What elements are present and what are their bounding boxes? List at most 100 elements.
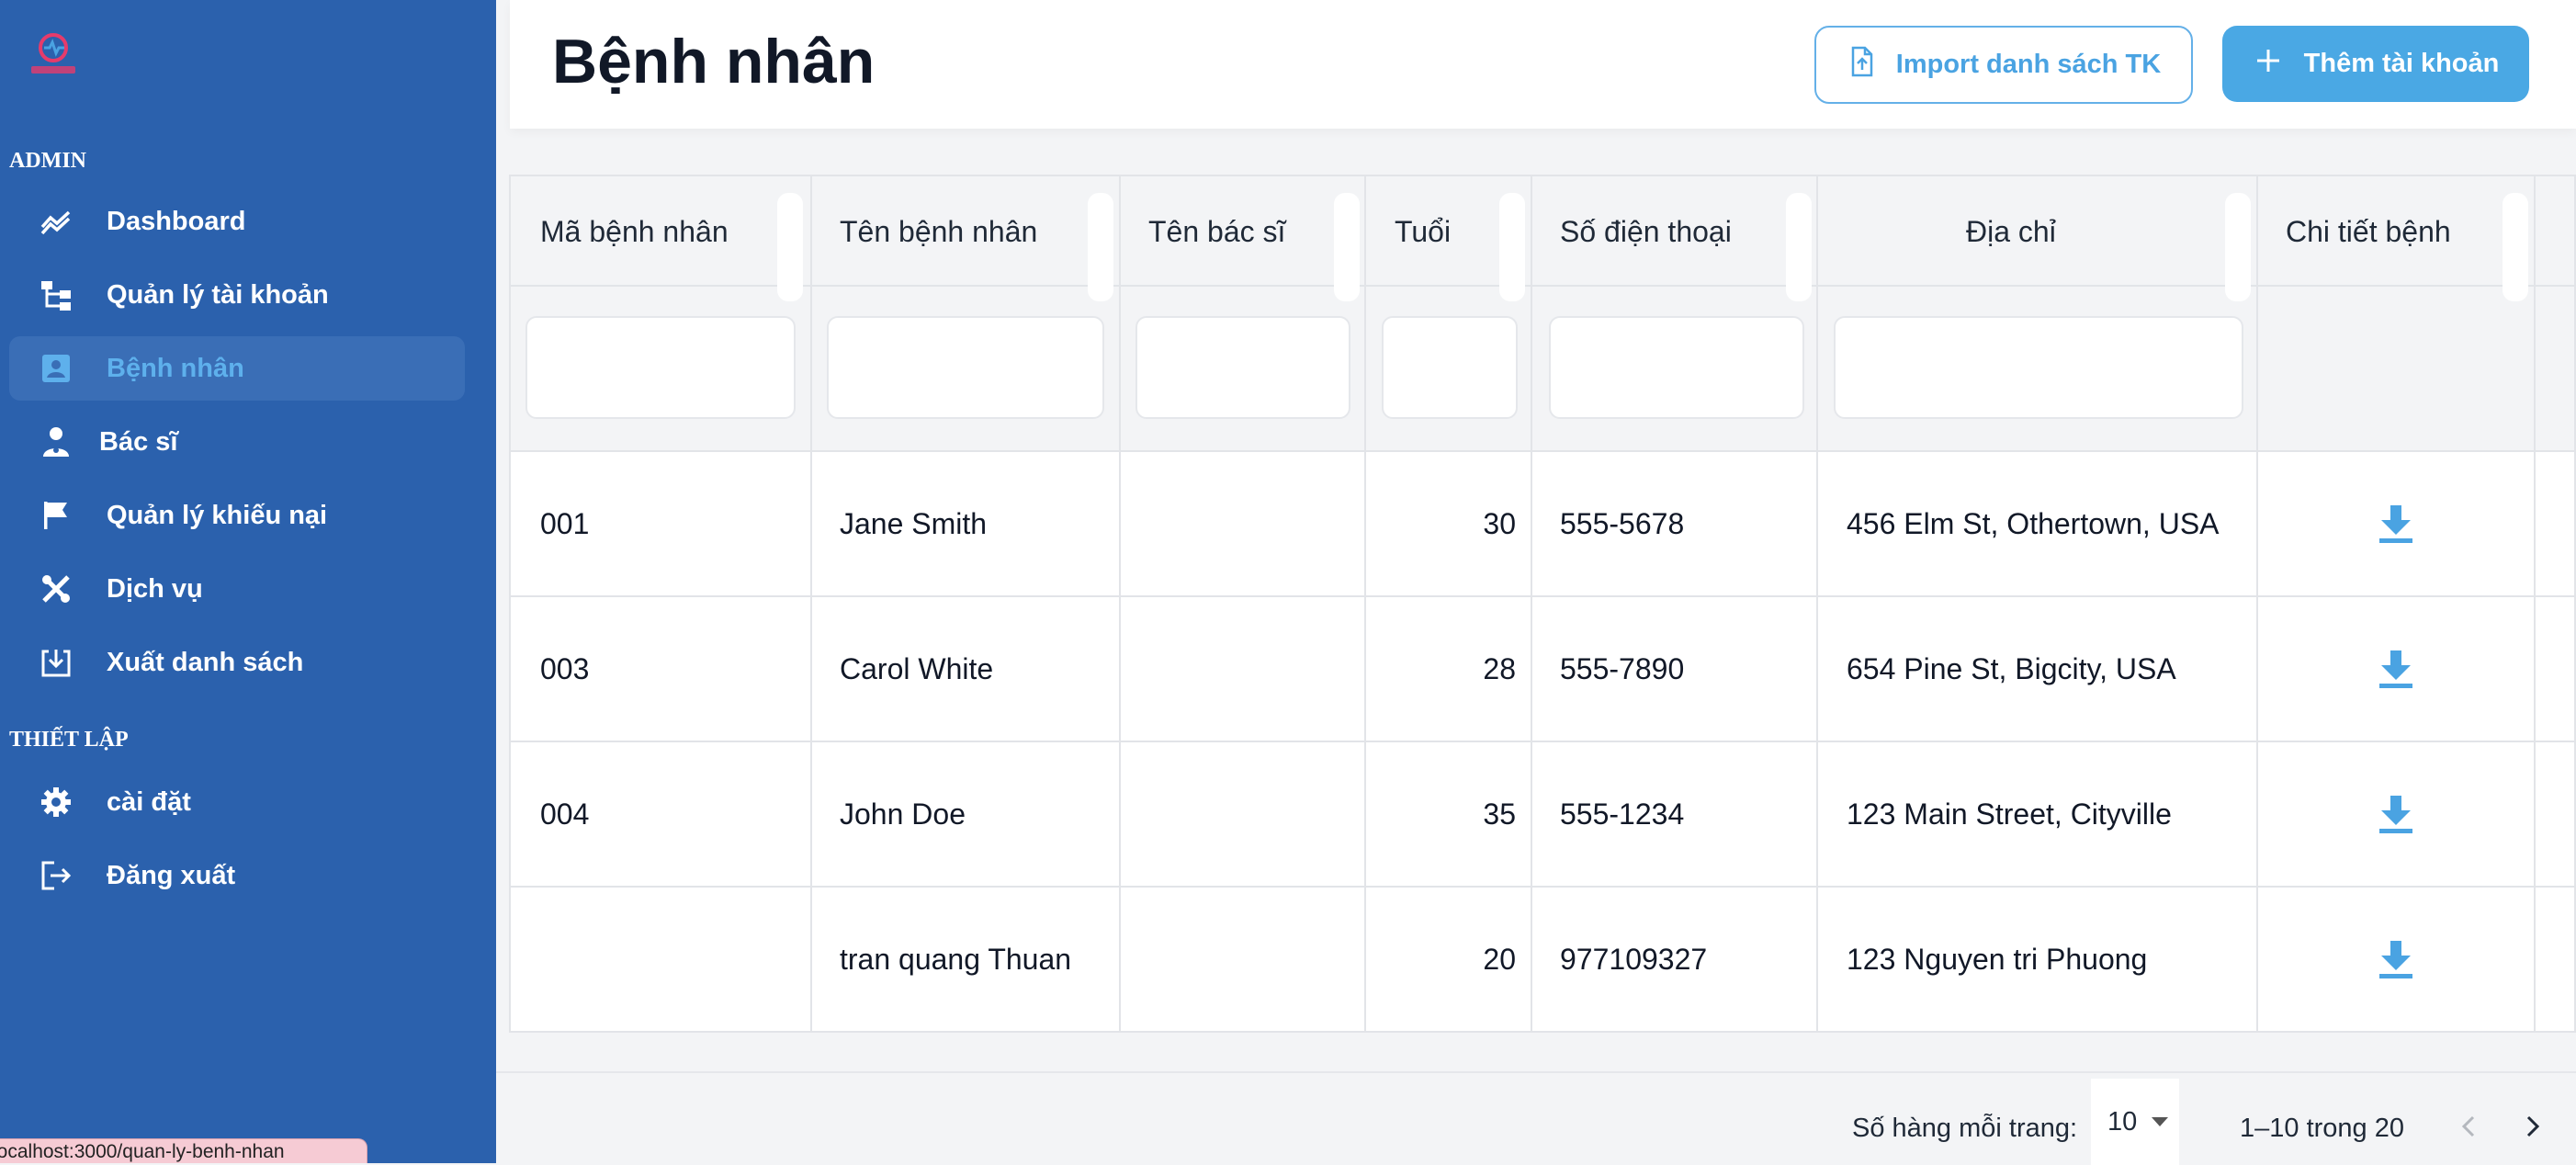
cell-address: 123 Main Street, Cityville (1847, 797, 2172, 831)
import-accounts-label: Import danh sách TK (1895, 50, 2162, 79)
sidebar-item-patients[interactable]: Bệnh nhân (9, 336, 465, 401)
sidebar-item-label: Quản lý tài khoản (107, 279, 329, 310)
sidebar-item-label: Dịch vụ (107, 573, 203, 604)
table-pagination: Số hàng mỗi trang: 10 1–10 trong 20 (496, 1071, 2576, 1165)
section-label-admin: ADMIN (9, 149, 86, 173)
flag-icon (37, 496, 75, 535)
column-header-patient-id[interactable]: Mã bệnh nhân (540, 176, 729, 287)
column-resize-handle[interactable] (777, 193, 803, 301)
hierarchy-icon (37, 276, 75, 314)
gear-icon (37, 783, 75, 821)
column-resize-handle[interactable] (1499, 193, 1525, 301)
cell-patient-id: 004 (540, 797, 590, 831)
pagination-range: 1–10 trong 20 (2240, 1114, 2404, 1143)
column-resize-handle[interactable] (1334, 193, 1360, 301)
filter-input-doctor-name[interactable] (1135, 316, 1350, 419)
cell-patient-name: John Doe (840, 797, 966, 831)
add-account-label: Thêm tài khoản (2303, 49, 2500, 78)
download-icon[interactable] (2258, 597, 2534, 741)
cell-age: 20 (1483, 942, 1516, 976)
sidebar-item-dashboard[interactable]: Dashboard (9, 189, 465, 254)
sidebar-item-account-management[interactable]: Quản lý tài khoản (9, 263, 465, 327)
patient-card-icon (37, 349, 75, 388)
sidebar-item-export-list[interactable]: Xuất danh sách (9, 630, 465, 695)
cell-address: 123 Nguyen tri Phuong (1847, 942, 2148, 976)
import-accounts-button[interactable]: Import danh sách TK (1814, 26, 2193, 104)
cell-address: 456 Elm St, Othertown, USA (1847, 506, 2220, 540)
column-header-doctor-name[interactable]: Tên bác sĩ (1148, 176, 1285, 287)
filter-input-age[interactable] (1382, 316, 1518, 419)
column-header-patient-name[interactable]: Tên bệnh nhân (840, 176, 1037, 287)
cell-phone: 555-5678 (1560, 506, 1685, 540)
sidebar-item-services[interactable]: Dịch vụ (9, 557, 465, 621)
page-title: Bệnh nhân (552, 27, 876, 96)
chevron-left-icon (2461, 1115, 2475, 1137)
sidebar-item-label: Bệnh nhân (107, 353, 244, 383)
cell-phone: 555-7890 (1560, 651, 1685, 685)
cell-phone: 555-1234 (1560, 797, 1685, 831)
export-icon (37, 643, 75, 682)
column-divider (2534, 176, 2536, 1033)
sidebar-item-complaints[interactable]: Quản lý khiếu nại (9, 483, 465, 548)
download-icon[interactable] (2258, 742, 2534, 886)
column-resize-handle[interactable] (2225, 193, 2251, 301)
sidebar: ADMIN Dashboard Quản lý tài khoản Bệnh n… (0, 0, 496, 1163)
sidebar-item-label: Dashboard (107, 206, 246, 236)
column-divider (1531, 176, 1532, 1033)
cell-patient-name: Jane Smith (840, 506, 988, 540)
cell-address: 654 Pine St, Bigcity, USA (1847, 651, 2176, 685)
rows-per-page-value: 10 (2107, 1106, 2138, 1137)
cell-patient-id: 003 (540, 651, 590, 685)
add-account-button[interactable]: Thêm tài khoản (2222, 26, 2529, 102)
page-header: Bệnh nhân Import danh sách TK Thêm tài k… (510, 0, 2576, 129)
column-divider (1816, 176, 1818, 1033)
plus-icon (2253, 45, 2284, 84)
sidebar-item-doctors[interactable]: Bác sĩ (9, 410, 465, 474)
chevron-right-icon (2526, 1115, 2540, 1137)
rows-per-page-select[interactable]: 10 (2091, 1079, 2179, 1165)
column-resize-handle[interactable] (2503, 193, 2528, 301)
download-icon[interactable] (2258, 888, 2534, 1031)
column-header-address[interactable]: Địa chỉ (1966, 176, 2056, 287)
sidebar-item-settings[interactable]: cài đặt (9, 770, 465, 834)
file-upload-icon (1847, 46, 1878, 85)
rows-per-page-label: Số hàng mỗi trang: (1852, 1114, 2078, 1143)
cell-patient-id: 001 (540, 506, 590, 540)
previous-page-button[interactable] (2451, 1108, 2488, 1145)
sidebar-item-logout[interactable]: Đăng xuất (9, 843, 465, 908)
cell-phone: 977109327 (1560, 942, 1708, 976)
column-header-age[interactable]: Tuổi (1395, 176, 1451, 287)
next-page-button[interactable] (2514, 1108, 2550, 1145)
patients-table: Mã bệnh nhân Tên bệnh nhân Tên bác sĩ Tu… (509, 175, 2576, 1033)
logout-icon (37, 856, 75, 895)
cell-patient-name: Carol White (840, 651, 994, 685)
filter-input-patient-id[interactable] (525, 316, 796, 419)
sidebar-item-label: cài đặt (107, 786, 191, 817)
cell-patient-name: tran quang Thuan (840, 942, 1072, 976)
column-divider (810, 176, 812, 1033)
column-resize-handle[interactable] (1088, 193, 1113, 301)
column-divider (1119, 176, 1121, 1033)
filter-input-phone[interactable] (1549, 316, 1804, 419)
column-header-phone[interactable]: Số điện thoại (1560, 176, 1732, 287)
doctor-icon (37, 423, 75, 461)
chart-icon (37, 202, 75, 241)
sidebar-item-label: Đăng xuất (107, 860, 236, 890)
status-bar-url: localhost:3000/quan-ly-benh-nhan (0, 1138, 367, 1163)
sidebar-item-label: Xuất danh sách (107, 647, 304, 677)
table-header-row (511, 176, 2574, 287)
filter-input-patient-name[interactable] (827, 316, 1104, 419)
sidebar-item-label: Bác sĩ (99, 426, 178, 457)
download-icon[interactable] (2258, 452, 2534, 595)
table-filter-row (511, 287, 2574, 452)
sidebar-item-label: Quản lý khiếu nại (107, 500, 328, 530)
column-resize-handle[interactable] (1786, 193, 1812, 301)
column-header-disease-detail[interactable]: Chi tiết bệnh (2286, 176, 2451, 287)
chevron-down-icon (2152, 1117, 2169, 1126)
filter-input-address[interactable] (1834, 316, 2243, 419)
cell-age: 28 (1483, 651, 1516, 685)
logo (24, 29, 83, 81)
tools-icon (37, 570, 75, 608)
cell-age: 35 (1483, 797, 1516, 831)
section-label-settings: THIẾT LẬP (9, 728, 129, 752)
